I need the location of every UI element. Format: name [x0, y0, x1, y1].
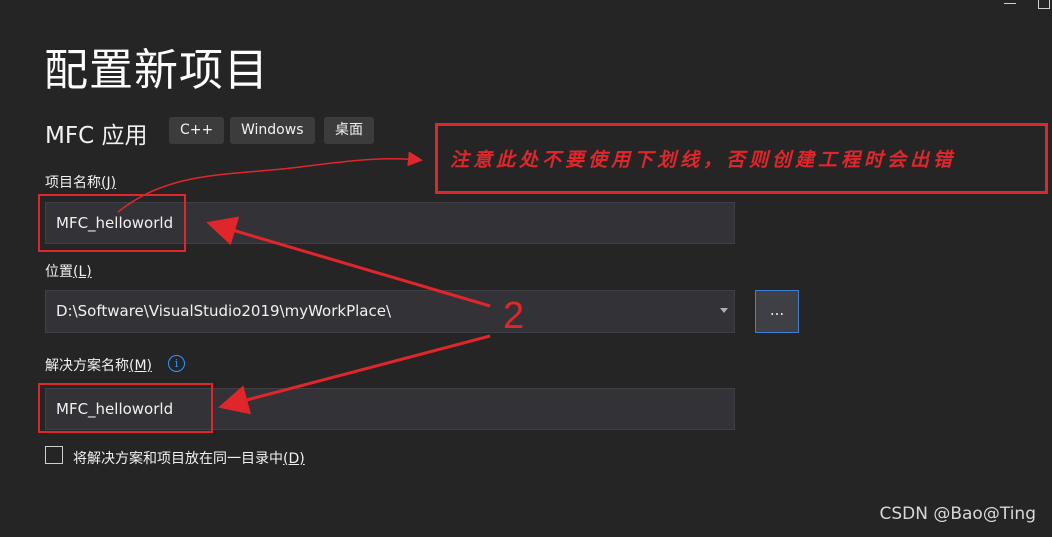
page-title: 配置新项目: [44, 45, 269, 96]
same-directory-checkbox[interactable]: [45, 446, 63, 464]
annotation-step-number: 2: [503, 295, 525, 337]
minimize-icon[interactable]: [1004, 3, 1016, 4]
solution-name-highlight: [38, 383, 213, 433]
project-name-highlight: [38, 194, 186, 252]
info-icon[interactable]: i: [168, 355, 185, 372]
project-name-label: 项目名称(J): [45, 175, 117, 191]
tag-desktop: 桌面: [324, 117, 374, 144]
location-value: D:\Software\VisualStudio2019\myWorkPlace…: [56, 302, 392, 320]
window-controls: [942, 0, 1052, 14]
same-directory-label[interactable]: 将解决方案和项目放在同一目录中(D): [73, 448, 305, 468]
chevron-down-icon[interactable]: [720, 308, 728, 313]
watermark: CSDN @Bao@Ting: [879, 504, 1036, 524]
annotation-note: 注意此处不要使用下划线，否则创建工程时会出错: [450, 149, 957, 171]
location-combobox[interactable]: D:\Software\VisualStudio2019\myWorkPlace…: [45, 290, 735, 333]
solution-name-label: 解决方案名称(M): [45, 358, 153, 374]
browse-button[interactable]: ...: [755, 290, 799, 333]
location-label: 位置(L): [45, 264, 92, 280]
tag-cpp: C++: [169, 117, 225, 144]
maximize-icon[interactable]: [1038, 0, 1050, 9]
tag-windows: Windows: [230, 117, 315, 144]
template-name: MFC 应用: [45, 123, 148, 149]
